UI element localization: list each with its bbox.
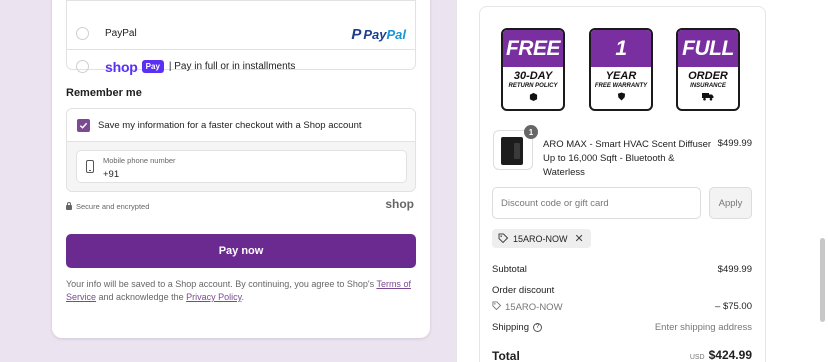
diffuser-image — [501, 137, 523, 165]
remember-me-title: Remember me — [66, 87, 142, 99]
applied-code-chip: 15ARO-NOW ✕ — [492, 229, 591, 248]
shop-pay-badge: Pay — [141, 60, 164, 73]
save-info-row[interactable]: Save my information for a faster checkou… — [67, 109, 415, 142]
product-price: $499.99 — [717, 138, 752, 149]
discount-code-input[interactable]: Discount code or gift card — [492, 187, 701, 219]
badge-sub: RETURN POLICY — [508, 83, 558, 89]
shop-mark: shop — [385, 197, 414, 211]
subtotal-label: Subtotal — [492, 264, 527, 275]
paypal-radio[interactable] — [76, 26, 89, 40]
warranty-badge: 1 YEAR FREE WARRANTY — [589, 28, 653, 111]
apply-discount-button[interactable]: Apply — [709, 187, 752, 219]
shipping-row-label: Shipping? — [492, 322, 542, 333]
check-icon — [79, 122, 88, 129]
disclaimer-middle: and acknowledge the — [96, 292, 187, 302]
disclaimer-prefix: Your info will be saved to a Shop accoun… — [66, 279, 377, 289]
phone-icon — [86, 160, 94, 173]
applied-code-text: 15ARO-NOW — [513, 233, 568, 244]
badge-head: FREE — [503, 30, 563, 67]
phone-field[interactable]: Mobile phone number +91 — [76, 150, 407, 183]
paypal-logo-mark: P — [351, 26, 362, 43]
secure-text: Secure and encrypted — [76, 202, 150, 211]
return-policy-badge: FREE 30-DAY RETURN POLICY — [501, 28, 565, 111]
checkout-form-card: PayPal P PayPal shop Pay | Pay in full o… — [52, 0, 430, 338]
order-discount-label: Order discount — [492, 285, 555, 296]
total-value: $424.99 — [708, 348, 752, 362]
shield-icon — [591, 92, 651, 101]
shipping-label: Shipping — [492, 322, 529, 333]
shop-account-disclaimer: Your info will be saved to a Shop accoun… — [66, 278, 416, 304]
shop-pay-label: | Pay in full or in installments — [168, 61, 296, 72]
payment-methods: PayPal P PayPal shop Pay | Pay in full o… — [66, 0, 416, 75]
badge-mid: ORDER — [688, 70, 728, 82]
paypal-logo-pal: Pal — [386, 27, 406, 42]
product-name: ARO MAX - Smart HVAC Scent Diffuser Up t… — [543, 139, 712, 178]
order-discount-value: – $75.00 — [715, 301, 752, 312]
paypal-label: PayPal — [105, 27, 137, 39]
paypal-option[interactable]: PayPal P PayPal — [67, 17, 415, 50]
subtotal-value: $499.99 — [717, 264, 752, 275]
paypal-logo-pay: Pay — [363, 27, 387, 42]
shop-logo: shop — [105, 58, 138, 75]
badge-head: FULL — [678, 30, 738, 67]
paypal-logo-text: PayPal — [363, 27, 406, 42]
badge-sub: FREE WARRANTY — [594, 83, 648, 89]
secure-note: Secure and encrypted — [66, 202, 149, 211]
badge-mid: YEAR — [605, 70, 637, 82]
total-label: Total — [492, 349, 520, 362]
badge-sub: INSURANCE — [690, 83, 726, 89]
currency-code: USD — [689, 354, 705, 361]
page-scrollbar[interactable] — [820, 238, 825, 322]
quantity-badge: 1 — [524, 125, 538, 139]
disclaimer-suffix: . — [241, 292, 244, 302]
order-discount-code-text: 15ARO-NOW — [505, 301, 563, 313]
phone-field-value[interactable]: +91 — [103, 169, 119, 180]
insurance-badge: FULL ORDER INSURANCE — [676, 28, 740, 111]
lock-icon — [66, 202, 72, 210]
order-discount-code: 15ARO-NOW — [492, 301, 563, 313]
save-info-label: Save my information for a faster checkou… — [98, 119, 362, 131]
paypal-logo: P PayPal — [351, 26, 406, 43]
shop-pay-option[interactable]: shop Pay | Pay in full or in installment… — [67, 50, 415, 83]
phone-field-label: Mobile phone number — [103, 156, 176, 165]
remember-me-box: Save my information for a faster checkou… — [66, 108, 416, 192]
shipping-info-icon[interactable]: ? — [532, 322, 542, 332]
shop-pay-radio[interactable] — [76, 60, 89, 73]
truck-icon — [678, 92, 738, 101]
pay-now-button[interactable]: Pay now — [66, 234, 416, 268]
shipping-value: Enter shipping address — [654, 322, 752, 333]
tag-icon — [498, 233, 509, 245]
total-value-group: USD $424.99 — [690, 348, 752, 362]
tag-icon — [492, 301, 502, 313]
privacy-policy-link[interactable]: Privacy Policy — [186, 292, 241, 302]
badge-head: 1 — [591, 30, 651, 67]
box-icon — [503, 92, 563, 101]
remove-code-icon[interactable]: ✕ — [575, 232, 584, 245]
badge-mid: 30-DAY — [513, 70, 553, 82]
save-info-checkbox[interactable] — [77, 118, 90, 132]
